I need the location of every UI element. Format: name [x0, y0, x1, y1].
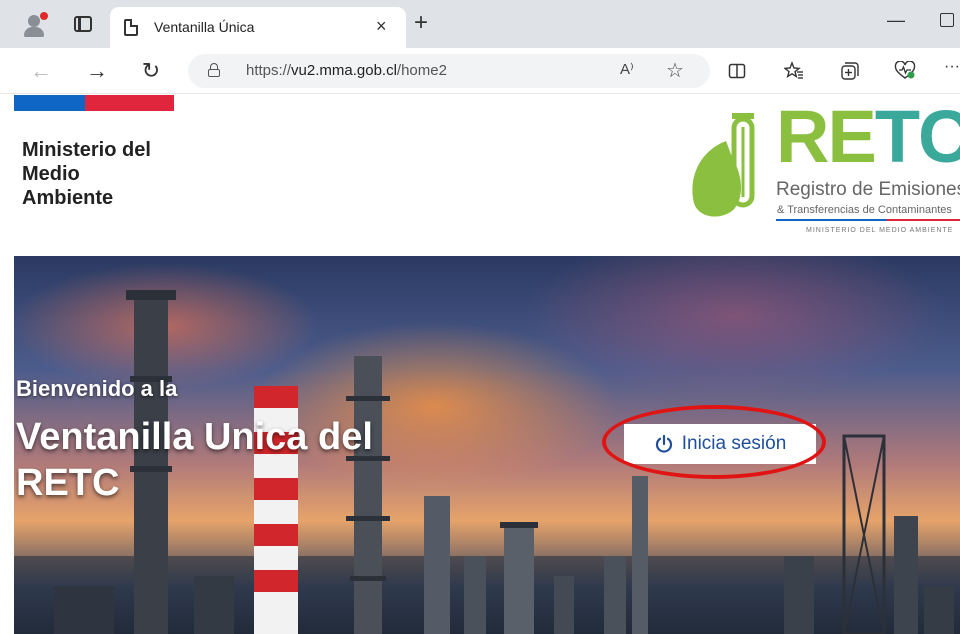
- hero-title: Ventanilla Unica del RETC: [16, 414, 436, 506]
- login-button[interactable]: Inicia sesión: [624, 424, 816, 464]
- login-label: Inicia sesión: [681, 433, 787, 454]
- maximize-button[interactable]: [940, 13, 954, 27]
- retc-divider: [776, 219, 960, 221]
- new-tab-button[interactable]: +: [414, 10, 428, 36]
- browser-tab[interactable]: Ventanilla Única ×: [110, 7, 406, 48]
- profile-avatar-icon[interactable]: [22, 12, 48, 38]
- retc-wordmark: RETC: [776, 95, 960, 178]
- ministry-line1: Ministerio del: [22, 139, 151, 161]
- retc-logo[interactable]: RETC Registro de Emisiones & Transferenc…: [688, 97, 960, 243]
- more-icon[interactable]: ···: [944, 58, 960, 76]
- retc-ministry-label: MINISTERIO DEL MEDIO AMBIENTE: [806, 227, 954, 234]
- read-aloud-icon[interactable]: A⁾: [620, 60, 634, 78]
- welcome-text: Bienvenido a la: [16, 376, 178, 401]
- split-screen-icon[interactable]: [728, 62, 746, 80]
- forward-button[interactable]: →: [82, 56, 112, 86]
- extensions-icon[interactable]: [894, 61, 916, 81]
- tab-close-button[interactable]: ×: [376, 16, 387, 36]
- hero-title-line2: RETC: [16, 462, 120, 504]
- lock-icon[interactable]: [208, 63, 220, 77]
- hero-banner: Bienvenido a la Ventanilla Unica del RET…: [14, 256, 960, 634]
- ministry-line3: Ambiente: [22, 187, 114, 209]
- favorites-icon[interactable]: [784, 61, 804, 81]
- reload-button[interactable]: ↻: [136, 56, 166, 86]
- browser-titlebar: Ventanilla Única × + —: [0, 0, 960, 48]
- tab-title: Ventanilla Única: [154, 19, 255, 35]
- gov-flag-bar: [14, 95, 174, 111]
- ministry-line2: Medio: [22, 163, 80, 185]
- back-button[interactable]: ←: [26, 56, 56, 86]
- address-bar[interactable]: https://vu2.mma.gob.cl/home2 A⁾ ☆: [188, 54, 710, 88]
- collections-icon[interactable]: [840, 61, 860, 81]
- retc-subtitle-2: & Transferencias de Contaminantes: [777, 204, 952, 216]
- tab-actions-icon[interactable]: [74, 16, 92, 32]
- leaf-test-tube-icon: [692, 113, 755, 217]
- ministry-logo[interactable]: Ministerio del Medio Ambiente: [22, 138, 202, 210]
- retc-subtitle: Registro de Emisiones: [776, 179, 960, 200]
- add-favorite-icon[interactable]: ☆: [666, 58, 684, 83]
- minimize-button[interactable]: —: [884, 10, 908, 31]
- power-icon: [655, 434, 672, 453]
- hero-title-line1: Ventanilla Unica del: [16, 416, 373, 458]
- page-content: Ministerio del Medio Ambiente RETC Regis…: [0, 95, 960, 634]
- url-text[interactable]: https://vu2.mma.gob.cl/home2: [246, 62, 447, 79]
- page-icon: [124, 19, 138, 36]
- browser-toolbar: ← → ↻ https://vu2.mma.gob.cl/home2 A⁾ ☆ …: [0, 48, 960, 94]
